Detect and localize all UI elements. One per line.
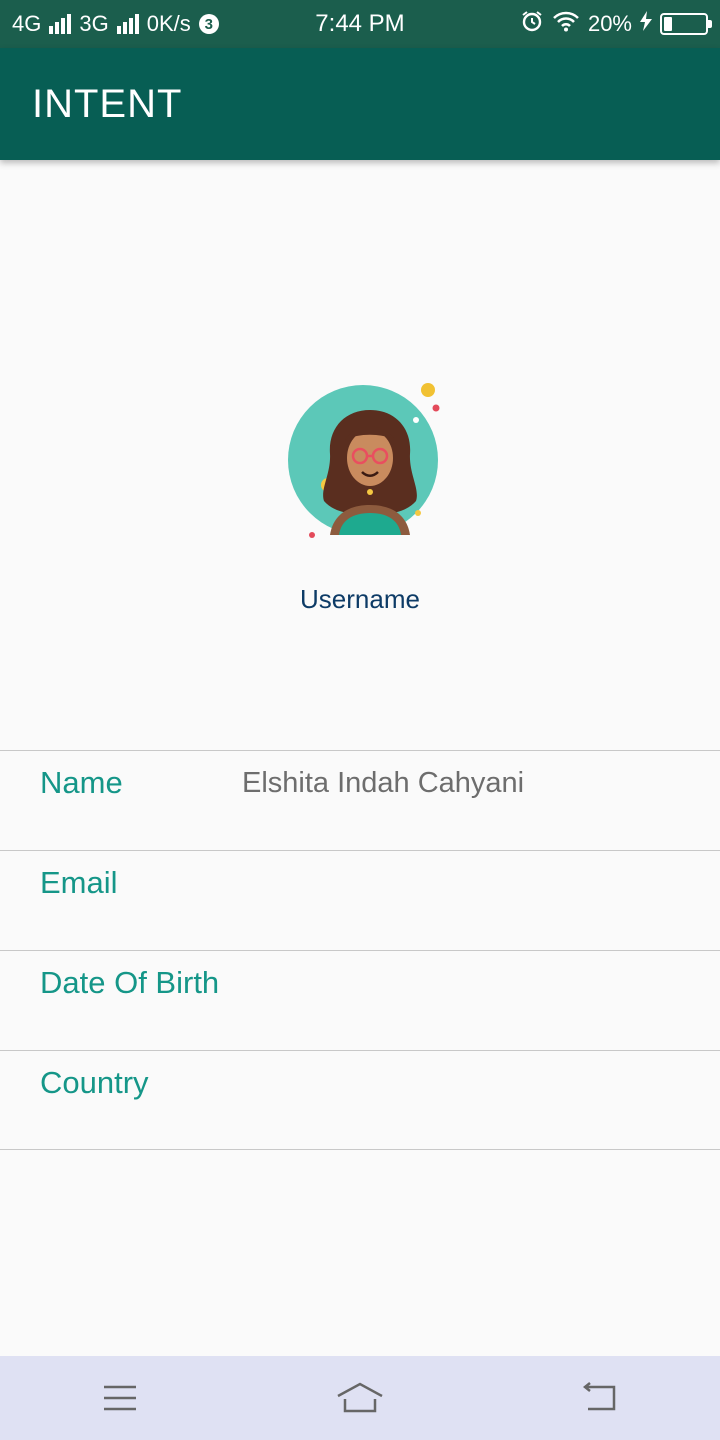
app-title: INTENT (32, 81, 183, 126)
app-bar: INTENT (0, 48, 720, 160)
status-left: 4G 3G 0K/s 3 (12, 11, 219, 37)
alarm-icon (520, 9, 544, 39)
charging-icon (640, 11, 652, 37)
home-icon (337, 1382, 383, 1413)
menu-icon (104, 1385, 136, 1411)
status-bar: 4G 3G 0K/s 3 7:44 PM 20% (0, 0, 720, 48)
dob-label: Date Of Birth (40, 965, 220, 1000)
field-row-dob: Date Of Birth (0, 950, 720, 1050)
name-value: Elshita Indah Cahyani (242, 767, 525, 799)
country-label: Country (40, 1065, 149, 1100)
network-3g-label: 3G (79, 11, 109, 36)
battery-percent: 20% (587, 11, 632, 36)
signal-icon-2 (116, 14, 139, 34)
signal-icon (49, 14, 72, 34)
home-button[interactable] (330, 1373, 390, 1423)
field-row-name: Name Elshita Indah Cahyani (0, 750, 720, 850)
wifi-icon (552, 10, 580, 38)
field-row-country: Country (0, 1050, 720, 1150)
back-icon (582, 1382, 616, 1411)
notification-count-badge: 3 (198, 14, 219, 34)
system-nav-bar (0, 1356, 720, 1440)
name-label: Name (40, 765, 123, 800)
status-right: 20% (520, 9, 712, 39)
net-speed: 0K/s (146, 11, 191, 36)
profile-fields: Name Elshita Indah Cahyani Email Date Of… (0, 750, 720, 1150)
menu-button[interactable] (90, 1373, 150, 1423)
field-row-email: Email (0, 850, 720, 950)
battery-icon (660, 13, 712, 35)
avatar[interactable] (275, 370, 445, 540)
back-button[interactable] (570, 1373, 630, 1423)
network-4g-label: 4G (12, 11, 42, 36)
profile-section: Username (0, 370, 720, 615)
username-label: Username (300, 584, 420, 614)
email-label: Email (40, 865, 118, 900)
